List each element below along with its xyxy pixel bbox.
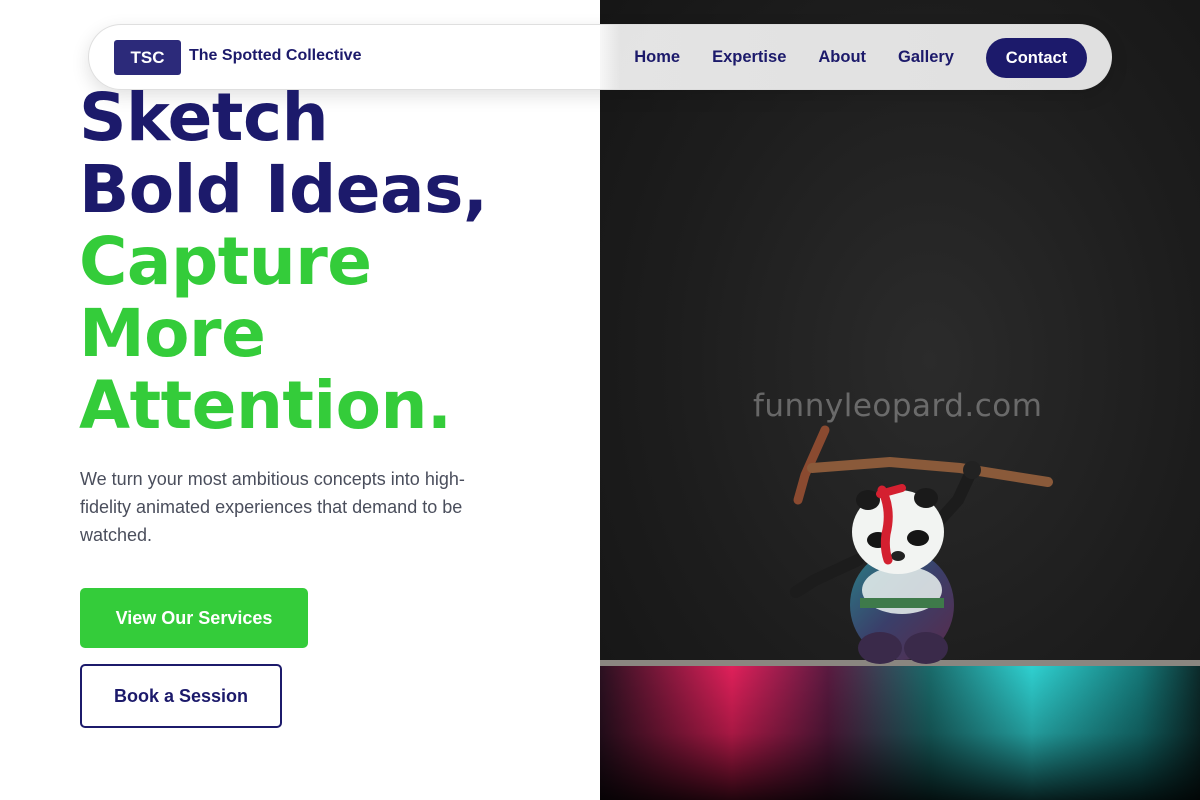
hero-description: We turn your most ambitious concepts int…: [80, 469, 465, 545]
headline-line: Attention.: [79, 367, 452, 444]
headline-line: Bold Ideas,: [79, 151, 488, 228]
hero-photo: funnyleopard.com: [600, 0, 1200, 800]
nav-link-gallery[interactable]: Gallery: [898, 48, 954, 67]
logo-badge[interactable]: TSC: [114, 40, 181, 75]
watermark-text: funnyleopard.com: [753, 388, 1043, 424]
headline-line: Sketch: [79, 79, 329, 156]
headline-line: More: [79, 295, 266, 372]
nav-link-expertise[interactable]: Expertise: [712, 48, 786, 67]
view-services-button[interactable]: View Our Services: [80, 588, 308, 648]
contact-button[interactable]: Contact: [986, 37, 1087, 78]
nav-link-about[interactable]: About: [818, 48, 866, 67]
nav-links: Home Expertise About Gallery Contact: [634, 37, 1087, 78]
headline-line: Capture: [79, 223, 372, 300]
book-session-button[interactable]: Book a Session: [80, 664, 282, 728]
nav-link-home[interactable]: Home: [634, 48, 680, 67]
hero-headline: Sketch Bold Ideas, Capture More Attentio…: [79, 82, 579, 442]
brand-name[interactable]: The Spotted Collective: [189, 47, 361, 65]
